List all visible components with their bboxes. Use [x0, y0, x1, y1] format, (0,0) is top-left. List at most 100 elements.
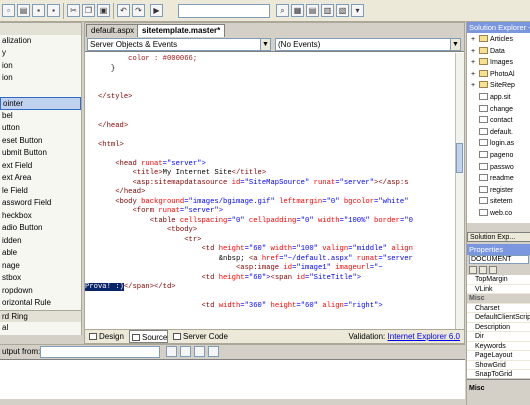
property-pages-icon[interactable] [489, 266, 497, 274]
toolbox-item[interactable]: assword Field [0, 197, 81, 210]
tab-server-code[interactable]: Server Code [171, 330, 228, 343]
vertical-scrollbar[interactable] [455, 53, 464, 329]
property-category[interactable]: Misc [467, 294, 530, 304]
toolbox-item[interactable]: adio Button [0, 222, 81, 235]
expand-icon[interactable]: + [471, 81, 479, 91]
code-line[interactable]: &nbsp; <a href="~/default.aspx" runat="s… [85, 255, 413, 264]
property-row[interactable]: ShowGrid [467, 361, 530, 370]
toolbox-item[interactable]: idden [0, 235, 81, 248]
events-combo[interactable]: (No Events) ▼ [275, 38, 461, 51]
code-line[interactable]: <title>My Internet Site</title> [85, 169, 266, 178]
property-row[interactable]: Keywords [467, 342, 530, 351]
toolbox-item[interactable]: alization [0, 35, 81, 48]
toolbox-item[interactable]: ion [0, 60, 81, 73]
property-row[interactable]: DefaultClientScrip [467, 313, 530, 323]
property-row[interactable]: TopMargin [467, 275, 530, 285]
property-row[interactable]: VLink [467, 285, 530, 294]
toolbox-item[interactable]: ext Field [0, 160, 81, 173]
toolbox-item[interactable]: rd Ring [0, 309, 81, 322]
solution-folder-item[interactable]: + PhotoAl [471, 69, 515, 80]
clear-all-icon[interactable] [194, 346, 205, 357]
toolbox-item[interactable]: able [0, 247, 81, 260]
solution-file-item[interactable]: passwo [471, 162, 514, 173]
toolbox-item[interactable]: le Field [0, 185, 81, 198]
solution-file-item[interactable]: contact [471, 116, 513, 126]
code-line[interactable]: </style> [85, 93, 133, 102]
expand-icon[interactable]: + [471, 58, 479, 68]
solution-config-combo[interactable] [178, 4, 270, 18]
dropdown-arrow-icon[interactable] [166, 346, 177, 357]
new-file-icon[interactable]: ▫ [2, 4, 15, 17]
code-line[interactable]: <td width="360" height="60" align="right… [85, 302, 382, 311]
solution-folder-item[interactable]: + Articles [471, 35, 513, 45]
toolbox-item[interactable] [0, 22, 81, 35]
scrollbar-thumb[interactable] [456, 143, 463, 173]
solution-file-item[interactable]: readme [471, 174, 514, 184]
code-line[interactable]: <table cellspacing="0" cellpadding="0" w… [85, 217, 413, 226]
toolbox-item[interactable]: al [0, 322, 81, 335]
tab-default-aspx[interactable]: default.aspx [86, 24, 140, 37]
solution-explorer-icon[interactable]: ▦ [291, 4, 304, 17]
toolbox-item[interactable]: orizontal Rule [0, 297, 81, 310]
property-row[interactable]: Dir [467, 332, 530, 342]
toolbox-item[interactable]: eset Button [0, 135, 81, 148]
toolbox-item[interactable]: y [0, 47, 81, 60]
tab-solution-explorer[interactable]: Solution Exp... [467, 232, 530, 242]
code-line[interactable]: <td height="60"><span id="SiteTitle"> [85, 274, 361, 283]
server-objects-combo[interactable]: Server Objects & Events ▼ [87, 38, 271, 51]
properties-icon[interactable]: ▤ [306, 4, 319, 17]
solution-folder-item[interactable]: + SiteRep [471, 81, 515, 91]
solution-file-item[interactable]: change [471, 104, 513, 115]
code-line[interactable]: <html> [85, 141, 124, 150]
alphabetical-icon[interactable] [479, 266, 487, 274]
toolbox-item[interactable]: ropdown [0, 285, 81, 298]
solution-file-item[interactable]: default. [471, 127, 513, 138]
find-icon[interactable]: ⌕ [276, 4, 289, 17]
code-line[interactable]: <form runat="server"> [85, 207, 223, 216]
property-row[interactable]: Charset [467, 304, 530, 313]
tab-design[interactable]: Design [87, 330, 124, 343]
code-line[interactable]: </head> [85, 188, 145, 197]
toolbox-item[interactable]: ion [0, 72, 81, 85]
tab-sitetemplate-master[interactable]: sitetemplate.master* [137, 24, 226, 37]
property-row[interactable]: Description [467, 323, 530, 332]
code-line[interactable]: <tr> [85, 236, 201, 245]
toolbox-item[interactable]: utton [0, 122, 81, 135]
solution-folder-item[interactable]: + Images [471, 58, 513, 68]
copy-icon[interactable]: ❐ [82, 4, 95, 17]
code-line[interactable]: <asp:image id="image1" imageurl="~ [85, 264, 383, 273]
categorized-icon[interactable] [469, 266, 477, 274]
expand-icon[interactable]: + [471, 70, 479, 80]
property-row[interactable]: SnapToGrid [467, 370, 530, 378]
toolbox-item[interactable]: nage [0, 260, 81, 273]
toolbox-item[interactable]: ointer [0, 97, 81, 110]
solution-folder-item[interactable]: + Data [471, 46, 505, 57]
output-text-area[interactable] [0, 359, 465, 399]
word-wrap-icon[interactable] [208, 346, 219, 357]
code-line[interactable]: <tbody> [85, 226, 197, 235]
code-line[interactable]: color : #000066; [85, 55, 197, 64]
solution-file-item[interactable]: web.co [471, 209, 512, 219]
expand-icon[interactable]: + [471, 47, 479, 57]
code-line[interactable]: <body background="images/bgimage.gif" le… [85, 198, 408, 207]
source-code-area[interactable]: color : #000066; } </style> </head> <htm… [85, 53, 455, 329]
redo-icon[interactable]: ↷ [132, 4, 145, 17]
expand-icon[interactable]: + [471, 35, 479, 45]
toolbox-icon[interactable]: ▥ [321, 4, 334, 17]
code-line[interactable]: } [85, 65, 115, 74]
solution-file-item[interactable]: login.as [471, 139, 514, 149]
solution-file-item[interactable]: app.sit [471, 93, 511, 103]
code-line[interactable]: <td height="60" width="100" valign="midd… [85, 245, 412, 254]
properties-object-combo[interactable]: DOCUMENT [469, 255, 529, 264]
solution-file-item[interactable]: register [471, 185, 513, 196]
toolbox-item[interactable]: heckbox [0, 210, 81, 223]
start-debug-icon[interactable]: ▶ [150, 4, 163, 17]
tab-source[interactable]: Source [129, 330, 169, 343]
code-line[interactable]: <head runat="server"> [85, 160, 206, 169]
toolbox-item[interactable] [0, 85, 81, 98]
save-icon[interactable]: ▪ [32, 4, 45, 17]
save-all-icon[interactable]: ▪ [47, 4, 60, 17]
property-row[interactable]: PageLayout [467, 351, 530, 361]
options-icon[interactable]: ▾ [351, 4, 364, 17]
output-source-combo[interactable] [40, 346, 160, 358]
